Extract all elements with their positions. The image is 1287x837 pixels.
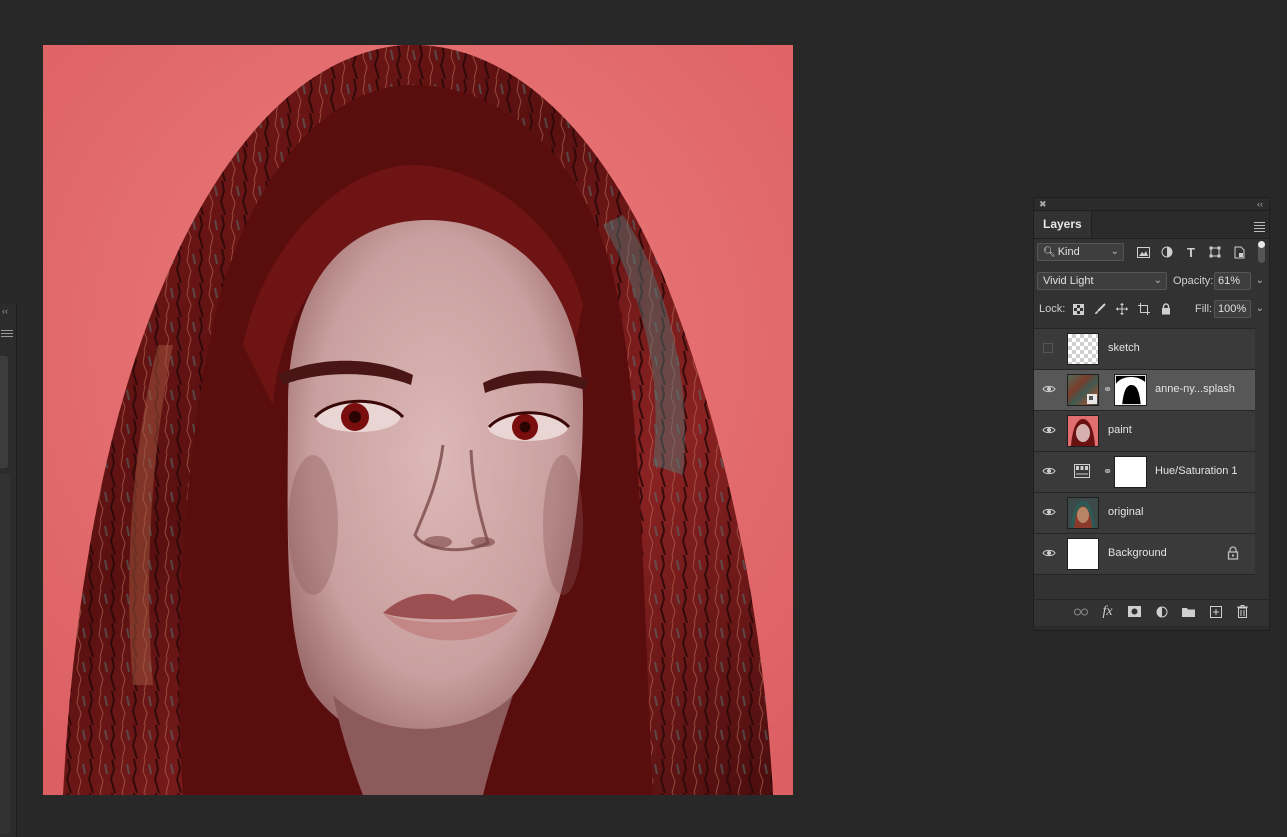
opacity-value: 61%: [1218, 275, 1241, 287]
layer-original[interactable]: original: [1034, 493, 1255, 534]
layer-list: sketch ⚭ anne-ny...splash paint ⚭ Hue/Sa…: [1034, 328, 1255, 575]
opacity-dropdown-icon[interactable]: ⌄: [1256, 273, 1264, 289]
layer-anne-ny-splash[interactable]: ⚭ anne-ny...splash: [1034, 370, 1255, 411]
layer-name: original: [1108, 506, 1144, 518]
visibility-toggle-off[interactable]: [1043, 343, 1053, 353]
fill-label: Fill:: [1195, 303, 1213, 315]
layer-thumbnail: [1067, 415, 1099, 447]
layer-background[interactable]: Background: [1034, 534, 1255, 575]
chevron-down-icon: ⌄: [1110, 246, 1119, 257]
collapsed-panel-tab[interactable]: [0, 356, 8, 468]
search-icon: 🔍︎: [1043, 247, 1056, 258]
lock-icon: [1227, 546, 1239, 560]
delete-layer-icon[interactable]: [1234, 603, 1252, 621]
lock-row: Lock: Fill: 100% ⌄: [1034, 295, 1269, 323]
lock-image-pixels-icon[interactable]: [1091, 300, 1109, 318]
link-layers-icon[interactable]: [1072, 603, 1090, 621]
layer-name: paint: [1108, 424, 1132, 436]
layer-thumbnail: [1067, 497, 1099, 529]
filter-type-icon[interactable]: T: [1182, 243, 1200, 261]
artwork-portrait: [43, 45, 793, 795]
layer-name: anne-ny...splash: [1155, 383, 1235, 395]
layer-paint[interactable]: paint: [1034, 411, 1255, 452]
lock-label: Lock:: [1039, 303, 1066, 315]
fill-dropdown-icon[interactable]: ⌄: [1256, 301, 1264, 317]
layer-name: Hue/Saturation 1: [1155, 465, 1238, 477]
tab-layers[interactable]: Layers: [1034, 211, 1092, 238]
layer-thumbnail: [1067, 374, 1099, 406]
new-adjustment-layer-icon[interactable]: [1153, 603, 1171, 621]
filter-pixel-icon[interactable]: [1134, 243, 1152, 261]
layer-hue-saturation-1[interactable]: ⚭ Hue/Saturation 1: [1034, 452, 1255, 493]
filter-adjustment-icon[interactable]: [1158, 243, 1176, 261]
filter-toggle[interactable]: [1258, 241, 1265, 263]
opacity-field[interactable]: 61% ⌄: [1214, 272, 1264, 290]
mask-link-icon[interactable]: ⚭: [1103, 465, 1112, 478]
eye-icon[interactable]: [1042, 382, 1056, 396]
blend-mode-select[interactable]: Vivid Light ⌄: [1037, 272, 1167, 290]
blend-row: Vivid Light ⌄ Opacity: 61% ⌄: [1034, 267, 1269, 295]
layer-name: sketch: [1108, 342, 1140, 354]
lock-all-icon[interactable]: [1157, 300, 1175, 318]
fill-field[interactable]: 100% ⌄: [1214, 300, 1264, 318]
chevron-down-icon: ⌄: [1153, 275, 1162, 286]
layer-thumbnail: [1067, 333, 1099, 365]
lock-artboard-icon[interactable]: [1135, 300, 1153, 318]
eye-icon[interactable]: [1042, 505, 1056, 519]
layer-mask-thumbnail[interactable]: [1114, 456, 1147, 488]
collapse-panel-icon[interactable]: ‹‹: [1257, 198, 1263, 210]
opacity-label: Opacity:: [1173, 275, 1214, 287]
layer-thumbnail: [1067, 538, 1099, 570]
collapsed-panel-body: [0, 474, 10, 834]
new-group-icon[interactable]: [1180, 603, 1198, 621]
new-layer-icon[interactable]: [1207, 603, 1225, 621]
eye-icon[interactable]: [1042, 546, 1056, 560]
layer-mask-thumbnail[interactable]: [1114, 374, 1147, 406]
layer-name: Background: [1108, 547, 1167, 559]
panel-resize-grip[interactable]: [1034, 626, 1269, 630]
lock-icons: [1069, 300, 1175, 318]
lock-position-icon[interactable]: [1113, 300, 1131, 318]
filter-row: 🔍︎ Kind ⌄ T: [1034, 239, 1269, 267]
layers-scrollbar[interactable]: [1255, 328, 1269, 598]
filter-smart-object-icon[interactable]: [1230, 243, 1248, 261]
lock-transparent-pixels-icon[interactable]: [1069, 300, 1087, 318]
close-panel-icon[interactable]: ✖: [1039, 198, 1047, 210]
filter-kind-select[interactable]: 🔍︎ Kind ⌄: [1037, 243, 1124, 261]
document-canvas[interactable]: [43, 45, 793, 795]
hue-saturation-adjustment-icon: [1074, 464, 1090, 478]
panel-title-bar: ✖ ‹‹: [1034, 198, 1269, 211]
layers-panel: ✖ ‹‹ Layers 🔍︎ Kind ⌄ T Vivid Light ⌄ Op…: [1033, 197, 1270, 631]
expand-panel-icon[interactable]: ‹‹: [2, 306, 8, 316]
add-mask-icon[interactable]: [1126, 603, 1144, 621]
filter-shape-icon[interactable]: [1206, 243, 1224, 261]
left-collapsed-panel: ‹‹: [0, 304, 17, 837]
eye-icon[interactable]: [1042, 423, 1056, 437]
panel-tab-bar: Layers: [1034, 211, 1269, 239]
eye-icon[interactable]: [1042, 464, 1056, 478]
blend-mode-value: Vivid Light: [1043, 275, 1094, 287]
filter-kind-value: Kind: [1057, 246, 1080, 258]
fx-icon[interactable]: fx: [1099, 603, 1117, 621]
panel-bottom-toolbar: fx: [1034, 599, 1269, 623]
panel-menu-icon[interactable]: [1, 328, 13, 339]
filter-icons: T: [1134, 243, 1248, 261]
layer-sketch[interactable]: sketch: [1034, 329, 1255, 370]
panel-menu-icon[interactable]: [1254, 220, 1265, 234]
fill-value: 100%: [1218, 303, 1247, 315]
mask-link-icon[interactable]: ⚭: [1103, 383, 1112, 396]
